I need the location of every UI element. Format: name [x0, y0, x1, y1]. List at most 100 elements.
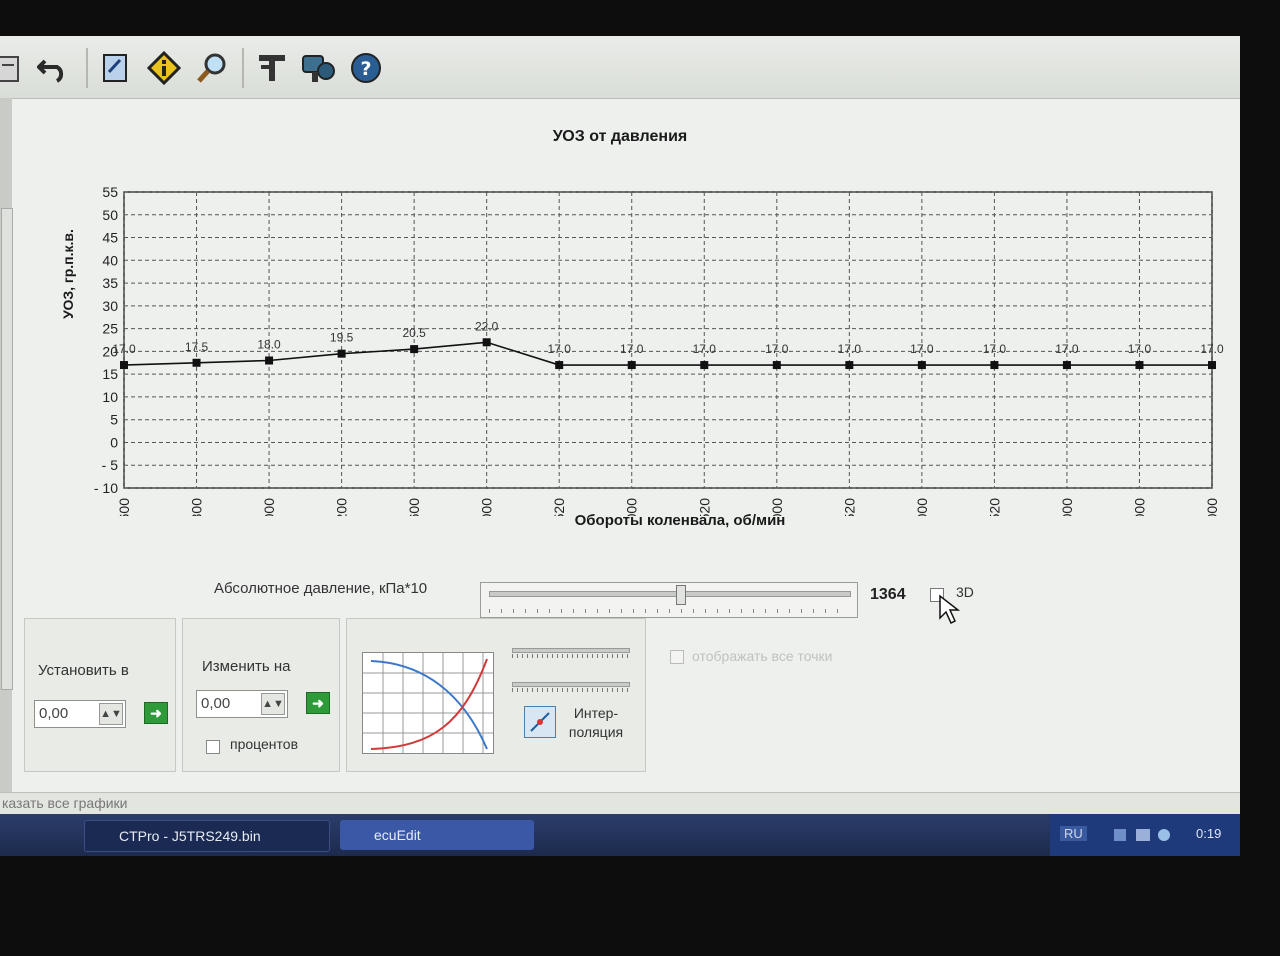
x-tick-label: 800 — [189, 498, 205, 516]
y-tick-label: 0 — [110, 434, 118, 450]
x-tick-label: 1200 — [334, 498, 350, 516]
data-label: 17.0 — [620, 342, 644, 356]
interpolation-label-line2: поляция — [568, 724, 624, 740]
interpolation-label-line1: Интер- — [573, 705, 619, 721]
data-label: 17.0 — [693, 342, 717, 356]
y-tick-label: 55 — [102, 184, 118, 200]
spin-arrows-icon[interactable]: ▲▼ — [99, 703, 123, 725]
data-point — [990, 361, 999, 370]
taskbar-item-ecuedit-label: ecuEdit — [374, 827, 421, 843]
data-label: 22.0 — [475, 319, 499, 333]
y-tick-label: 25 — [102, 321, 118, 337]
tools-icon[interactable] — [254, 50, 290, 86]
x-tick-label: 6000 — [1059, 498, 1075, 516]
y-tick-label: - 5 — [102, 457, 119, 473]
data-point — [1062, 361, 1071, 370]
pressure-slider[interactable] — [480, 582, 858, 618]
y-tick-label: 15 — [102, 366, 118, 382]
x-tick-label: 1000 — [261, 498, 277, 516]
data-label: 17.0 — [838, 342, 862, 356]
info-icon[interactable] — [146, 50, 182, 86]
set-value-panel — [24, 618, 176, 772]
x-tick-label: 5520 — [986, 498, 1002, 516]
data-label: 18.0 — [257, 337, 281, 351]
mouse-cursor-icon — [939, 594, 960, 625]
save-icon[interactable] — [0, 50, 28, 86]
change-value-text: 0,00 — [201, 695, 231, 712]
undo-icon[interactable] — [36, 50, 72, 86]
data-label: 19.5 — [330, 331, 354, 345]
help-icon[interactable]: ? — [348, 50, 384, 86]
data-point — [337, 349, 346, 358]
set-value-text: 0,00 — [39, 705, 69, 722]
taskbar-item-ctpro[interactable]: CTPro - J5TRS249.bin — [84, 820, 330, 852]
x-tick-label: 5000 — [914, 498, 930, 516]
taskbar-item-ctpro-label: CTPro - J5TRS249.bin — [119, 828, 261, 844]
interpolation-label[interactable]: Интер- поляция — [564, 704, 628, 742]
show-all-points-label: отображать все точки — [692, 648, 833, 664]
data-label: 17.5 — [185, 340, 209, 354]
toolbar-separator — [86, 48, 88, 88]
slider-track — [489, 591, 851, 597]
data-point — [845, 361, 854, 370]
spin-arrows-icon[interactable]: ▲▼ — [261, 693, 285, 715]
system-tray: RU 0:19 — [1050, 814, 1240, 856]
interpolation-icon[interactable] — [524, 706, 556, 738]
data-label: 17.0 — [112, 342, 136, 356]
data-point — [265, 356, 274, 365]
interp-slider-2[interactable] — [512, 676, 630, 694]
percent-checkbox[interactable] — [206, 740, 220, 754]
toolbar: ? — [0, 36, 1240, 99]
data-label: 20.5 — [402, 326, 426, 340]
show-all-points-checkbox[interactable] — [670, 650, 684, 664]
pressure-label: Абсолютное давление, кПа*10 — [214, 580, 428, 597]
search-icon[interactable] — [194, 50, 230, 86]
app-window: ? УОЗ от давления УОЗ, гр.п.к.в. 55 50 45 4… — [0, 36, 1240, 856]
y-tick-label: 5 — [110, 412, 118, 428]
set-value-input[interactable]: 0,00 ▲▼ — [34, 700, 126, 728]
data-point — [1135, 361, 1144, 370]
apply-change-button[interactable]: ➜ — [306, 692, 330, 714]
data-point — [555, 361, 564, 370]
document-icon[interactable] — [98, 50, 134, 86]
x-tick-label: 1600 — [406, 498, 422, 516]
data-label: 17.0 — [1200, 342, 1224, 356]
slider-thumb[interactable] — [675, 585, 686, 605]
taskbar-item-ecuedit[interactable]: ecuEdit — [340, 820, 534, 850]
y-tick-label: 10 — [102, 389, 118, 405]
data-point — [482, 338, 491, 347]
data-label: 17.0 — [765, 342, 789, 356]
data-point — [917, 361, 926, 370]
slider-ticks — [489, 609, 849, 613]
connect-icon[interactable] — [300, 50, 336, 86]
x-tick-label: 7000 — [1131, 498, 1147, 516]
data-point — [627, 361, 636, 370]
plot-frame — [123, 191, 1213, 489]
status-text: казать все графики — [2, 795, 128, 811]
data-label: 17.0 — [983, 342, 1007, 356]
change-value-title: Изменить на — [202, 658, 291, 675]
pressure-value: 1364 — [870, 586, 906, 603]
interp-slider-1[interactable] — [512, 642, 630, 660]
clock: 0:19 — [1196, 826, 1222, 841]
data-point — [192, 358, 201, 367]
tray-icons[interactable] — [1110, 826, 1180, 844]
curve-preview-icon[interactable] — [362, 652, 494, 754]
change-value-input[interactable]: 0,00 ▲▼ — [196, 690, 288, 718]
data-point — [120, 361, 128, 370]
status-bar: казать все графики — [0, 792, 1240, 815]
taskbar: CTPro - J5TRS249.bin ecuEdit RU 0:19 — [0, 814, 1240, 856]
percent-label: процентов — [230, 736, 299, 752]
language-indicator[interactable]: RU — [1060, 826, 1087, 841]
data-label: 17.0 — [910, 342, 934, 356]
apply-set-button[interactable]: ➜ — [144, 702, 168, 724]
data-point — [1208, 361, 1216, 370]
y-tick-label: 45 — [102, 230, 118, 246]
ignition-timing-chart[interactable]: 5550454035302520151050- 5- 10600 800 1000 1… — [0, 136, 1240, 516]
data-point — [410, 345, 419, 354]
data-point — [700, 361, 709, 370]
x-axis-label: Обороты коленвала, об/мин — [574, 512, 786, 529]
y-tick-label: - 10 — [94, 480, 118, 496]
set-value-title: Установить в — [38, 662, 129, 679]
data-point — [772, 361, 781, 370]
